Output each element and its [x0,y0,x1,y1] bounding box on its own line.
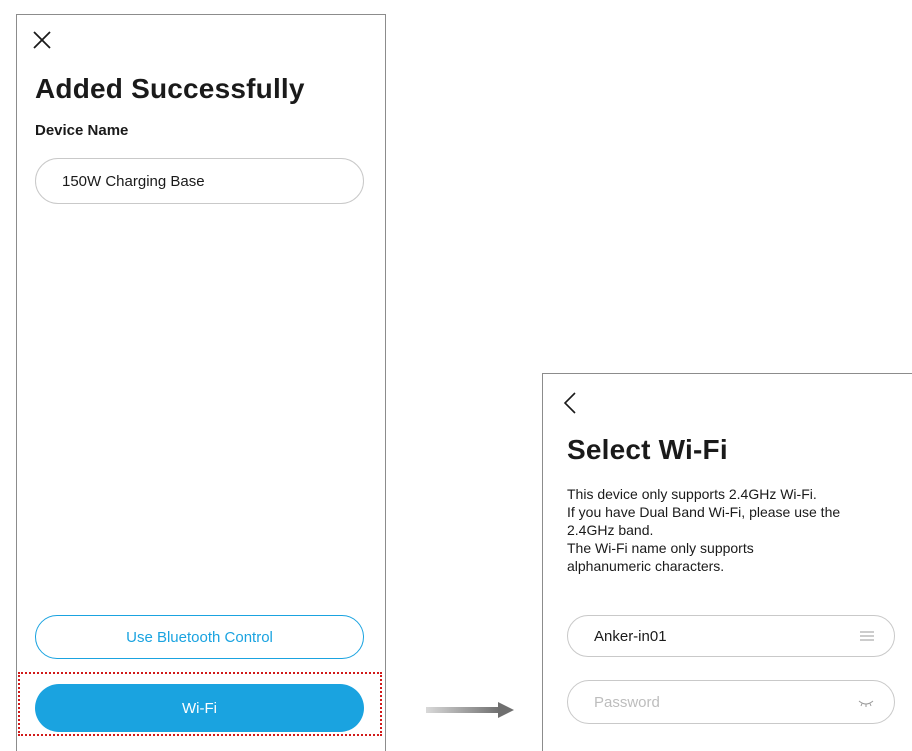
page-title: Select Wi-Fi [567,434,728,465]
chevron-left-icon[interactable] [563,391,577,415]
bluetooth-button-label: Use Bluetooth Control [126,628,273,646]
list-icon[interactable] [860,630,874,642]
description-line: If you have Dual Band Wi-Fi, please use … [567,504,841,520]
device-name-value: 150W Charging Base [62,172,205,190]
wifi-name-input[interactable]: Anker-in01 [567,615,895,657]
close-icon[interactable] [31,29,53,51]
description-line: This device only supports 2.4GHz Wi-Fi. [567,486,817,502]
wifi-description: This device only supports 2.4GHz Wi-Fi. … [567,485,907,575]
device-name-label: Device Name [35,122,129,139]
added-successfully-screen: Added Successfully Device Name 150W Char… [16,14,386,751]
description-line: The Wi-Fi name only supports [567,540,754,556]
select-wifi-screen: Select Wi-Fi This device only supports 2… [542,373,912,751]
device-name-input[interactable]: 150W Charging Base [35,158,364,204]
description-line: alphanumeric characters. [567,558,725,574]
password-input[interactable]: Password [567,680,895,724]
page-title: Added Successfully [35,73,305,104]
password-placeholder: Password [594,693,660,711]
arrow-right-icon [426,702,514,718]
wifi-name-value: Anker-in01 [594,627,667,645]
use-bluetooth-control-button[interactable]: Use Bluetooth Control [35,615,364,659]
highlight-box [18,672,382,736]
eye-closed-icon[interactable] [858,699,874,707]
description-line: 2.4GHz band. [567,522,654,538]
